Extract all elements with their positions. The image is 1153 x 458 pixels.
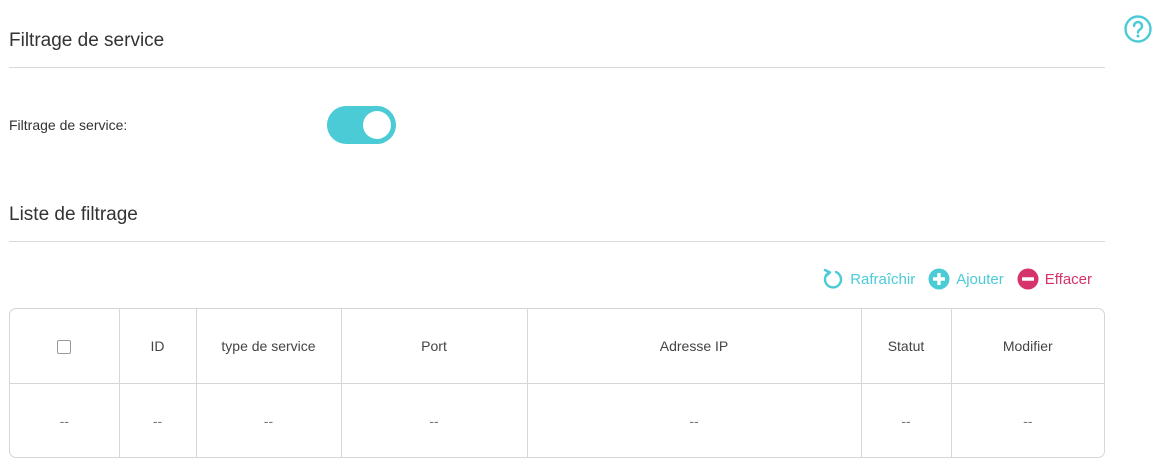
column-header-edit: Modifier [951, 309, 1104, 384]
table-header-row: ID type de service Port Adresse IP Statu… [10, 309, 1104, 384]
table-cell: -- [861, 384, 951, 458]
help-icon[interactable] [1123, 14, 1153, 44]
table-cell: -- [10, 384, 119, 458]
table-cell: -- [196, 384, 341, 458]
refresh-icon [822, 268, 844, 290]
filter-list-title: Liste de filtrage [9, 204, 138, 226]
filter-table: ID type de service Port Adresse IP Statu… [9, 308, 1105, 458]
refresh-label: Rafraîchir [850, 271, 915, 288]
service-filter-toggle[interactable] [327, 106, 396, 144]
add-button[interactable]: Ajouter [928, 268, 1004, 290]
title-divider [9, 67, 1105, 68]
column-header-ip-address: Adresse IP [527, 309, 861, 384]
select-all-checkbox[interactable] [57, 340, 71, 354]
service-filter-label: Filtrage de service: [9, 117, 127, 133]
refresh-button[interactable]: Rafraîchir [822, 268, 915, 290]
table-row: -- -- -- -- -- -- -- [10, 384, 1104, 458]
add-label: Ajouter [956, 271, 1004, 288]
table-toolbar: Rafraîchir Ajouter Effacer [822, 268, 1092, 290]
select-all-cell [10, 309, 119, 384]
column-header-service-type: type de service [196, 309, 341, 384]
table-cell: -- [341, 384, 527, 458]
column-header-id: ID [119, 309, 196, 384]
table-cell: -- [527, 384, 861, 458]
minus-circle-icon [1017, 268, 1039, 290]
column-header-port: Port [341, 309, 527, 384]
table-cell: -- [951, 384, 1104, 458]
toggle-knob [363, 111, 391, 139]
delete-button[interactable]: Effacer [1017, 268, 1092, 290]
list-divider [9, 241, 1105, 242]
delete-label: Effacer [1045, 271, 1092, 288]
column-header-status: Statut [861, 309, 951, 384]
plus-circle-icon [928, 268, 950, 290]
service-filter-title: Filtrage de service [9, 30, 164, 52]
table-cell: -- [119, 384, 196, 458]
